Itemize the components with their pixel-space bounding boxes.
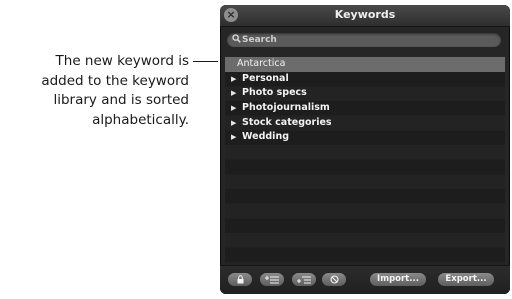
titlebar: × Keywords: [220, 5, 510, 27]
add-keyword-button[interactable]: [260, 273, 284, 286]
disclosure-triangle-icon[interactable]: ▶: [231, 101, 236, 116]
add-subkeyword-icon: [297, 276, 311, 284]
callout-line-4: alphabetically.: [92, 111, 189, 128]
callout-line-3: library and is sorted: [53, 92, 189, 108]
import-button[interactable]: Import...: [370, 273, 426, 286]
search-icon: [232, 34, 241, 47]
delete-keyword-button[interactable]: [322, 273, 346, 286]
callout-line-2: added to the keyword: [41, 72, 189, 89]
keyword-row-wedding[interactable]: ▶ Wedding: [225, 130, 505, 145]
keyword-row-stock-categories[interactable]: ▶ Stock categories: [225, 116, 505, 131]
callout-leader-line: [193, 61, 218, 62]
keyword-row-photo-specs[interactable]: ▶ Photo specs: [225, 86, 505, 101]
disclosure-triangle-icon[interactable]: ▶: [231, 130, 236, 145]
keyword-row-personal[interactable]: ▶ Personal: [225, 72, 505, 87]
keyword-row-antarctica[interactable]: Antarctica: [225, 57, 505, 72]
lock-icon: [237, 275, 243, 284]
keyword-row-photojournalism[interactable]: ▶ Photojournalism: [225, 101, 505, 116]
keyword-label: Antarctica: [237, 58, 286, 69]
callout-line-1: The new keyword is: [55, 53, 189, 69]
keywords-panel: × Keywords Antarctica ▶ Personal ▶ Photo…: [220, 5, 510, 294]
panel-title: Keywords: [334, 8, 396, 21]
keyword-label: Photo specs: [242, 87, 307, 99]
disclosure-triangle-icon[interactable]: ▶: [231, 72, 236, 87]
add-subkeyword-button[interactable]: [292, 273, 316, 286]
search-field[interactable]: [227, 33, 501, 47]
callout-text: The new keyword is added to the keyword …: [0, 52, 189, 130]
keyword-label: Photojournalism: [242, 101, 330, 113]
search-input[interactable]: [242, 33, 492, 47]
lock-button[interactable]: [228, 273, 252, 286]
delete-icon: [329, 275, 339, 284]
disclosure-triangle-icon[interactable]: ▶: [231, 116, 236, 131]
export-button[interactable]: Export...: [438, 273, 494, 286]
keyword-list[interactable]: Antarctica ▶ Personal ▶ Photo specs ▶ Ph…: [225, 57, 505, 265]
disclosure-triangle-icon[interactable]: ▶: [231, 86, 236, 101]
keyword-label: Stock categories: [242, 116, 332, 128]
keyword-label: Personal: [242, 72, 289, 84]
panel-footer: Import... Export...: [220, 265, 510, 294]
keyword-label: Wedding: [242, 131, 290, 143]
add-keyword-icon: [265, 276, 279, 284]
